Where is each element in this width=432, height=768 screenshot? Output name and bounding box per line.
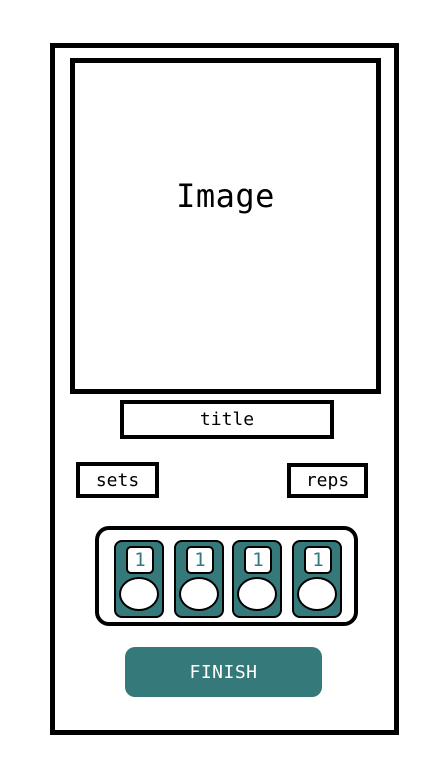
exercise-image: Image [70, 58, 381, 394]
counter-button[interactable] [297, 577, 337, 611]
set-counter[interactable]: 1 [292, 540, 342, 618]
finish-button[interactable]: FINISH [125, 647, 322, 697]
counter-value: 1 [244, 546, 272, 574]
sets-field: sets [76, 462, 159, 498]
counter-button[interactable] [119, 577, 159, 611]
set-counter[interactable]: 1 [232, 540, 282, 618]
image-placeholder-label: Image [176, 177, 275, 215]
counter-value: 1 [304, 546, 332, 574]
set-counter[interactable]: 1 [174, 540, 224, 618]
set-counter[interactable]: 1 [114, 540, 164, 618]
reps-field: reps [287, 463, 368, 498]
counter-value: 1 [126, 546, 154, 574]
counter-button[interactable] [179, 577, 219, 611]
exercise-title: title [120, 400, 334, 439]
counter-value: 1 [186, 546, 214, 574]
set-counters-panel: 1 1 1 1 [95, 526, 358, 626]
counter-button[interactable] [237, 577, 277, 611]
